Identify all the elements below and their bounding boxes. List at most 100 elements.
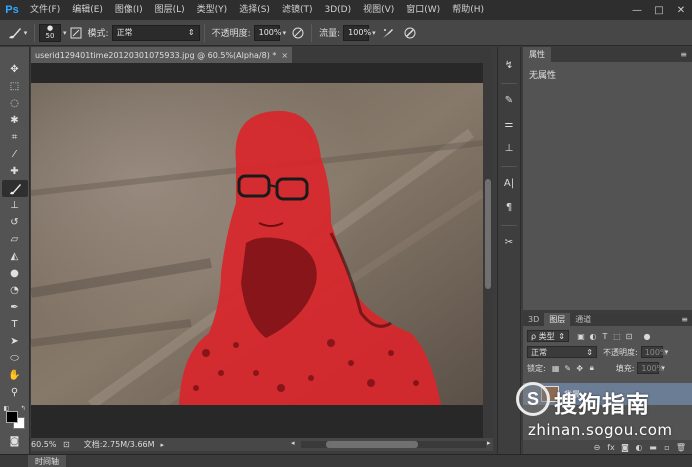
menu-edit[interactable]: 编辑(E) — [66, 0, 109, 20]
menu-window[interactable]: 窗口(W) — [400, 0, 446, 20]
history-panel-icon[interactable]: ↯ — [499, 55, 519, 75]
menu-filter[interactable]: 滤镜(T) — [276, 0, 319, 20]
layer-filter-kind-select[interactable]: ρ 类型 ⇕ — [527, 330, 569, 342]
add-mask-icon[interactable]: ◙ — [618, 441, 632, 453]
brush-tool-icon[interactable] — [1, 180, 28, 197]
zoom-level[interactable]: 60.5% — [31, 440, 61, 449]
vertical-scroll-thumb[interactable] — [485, 179, 491, 289]
brush-size-picker[interactable]: ● 50 — [39, 23, 61, 42]
filter-adjustment-icon[interactable]: ◐ — [587, 330, 599, 342]
link-layers-icon[interactable]: ⊖ — [590, 441, 604, 453]
restore-button[interactable]: □ — [648, 0, 670, 20]
character-panel-icon[interactable]: A| — [499, 173, 519, 193]
ellipse-tool-icon[interactable]: ⬭ — [2, 350, 28, 367]
airbrush-icon[interactable] — [379, 24, 397, 42]
timeline-tab[interactable]: 时间轴 — [28, 455, 66, 467]
filter-pixel-icon[interactable]: ▣ — [575, 330, 587, 342]
marquee-tool-icon[interactable]: ⬚ — [2, 78, 28, 95]
lock-pixels-icon[interactable]: ✎ — [562, 362, 574, 374]
filter-smart-object-icon[interactable]: ⊡ — [623, 330, 635, 342]
status-menu-arrow-icon[interactable]: ▸ — [161, 441, 165, 449]
minimize-button[interactable]: — — [626, 0, 648, 20]
magic-wand-tool-icon[interactable]: ✱ — [2, 112, 28, 129]
healing-brush-tool-icon[interactable]: ✚ — [2, 163, 28, 180]
foreground-color-swatch[interactable] — [5, 411, 18, 423]
scroll-left-icon[interactable]: ◂ — [291, 439, 295, 447]
vertical-scrollbar[interactable] — [483, 63, 493, 438]
document-tab[interactable]: userid129401time20120301075933.jpg @ 60.… — [31, 47, 293, 63]
blend-mode-select[interactable]: 正常 ⇕ — [527, 346, 597, 358]
new-layer-icon[interactable]: ▫ — [660, 441, 674, 453]
lock-all-icon[interactable]: 🔒︎ — [586, 362, 598, 374]
pressure-size-icon[interactable] — [401, 24, 419, 42]
photoshop-logo[interactable]: Ps — [0, 0, 24, 20]
menu-type[interactable]: 类型(Y) — [191, 0, 234, 20]
new-group-icon[interactable]: ▬ — [646, 441, 660, 453]
delete-layer-icon[interactable]: 🗑︎ — [674, 441, 688, 453]
menu-layer[interactable]: 图层(L) — [149, 0, 191, 20]
status-info-icon[interactable]: ⊡ — [63, 440, 70, 449]
filter-type-icon[interactable]: T — [599, 330, 611, 342]
history-brush-tool-icon[interactable]: ↺ — [2, 214, 28, 231]
zoom-tool-icon[interactable]: ⚲ — [2, 384, 28, 401]
lasso-tool-icon[interactable]: ◌ — [2, 95, 28, 112]
brush-preset-icon[interactable]: ▾ — [4, 24, 30, 42]
eraser-tool-icon[interactable]: ▱ — [2, 231, 28, 248]
pressure-opacity-icon[interactable] — [289, 24, 307, 42]
quick-mask-icon[interactable]: ◙ — [2, 433, 28, 450]
paragraph-panel-icon[interactable]: ¶ — [499, 197, 519, 217]
pen-tool-icon[interactable]: ✒ — [2, 299, 28, 316]
menu-help[interactable]: 帮助(H) — [446, 0, 490, 20]
filter-toggle-icon[interactable]: ● — [641, 330, 653, 342]
layer-opacity-dropdown-icon[interactable]: ▾ — [665, 348, 669, 356]
adjustments-panel-icon[interactable]: ⚌ — [499, 114, 519, 134]
hand-tool-icon[interactable]: ✋ — [2, 367, 28, 384]
close-document-icon[interactable]: × — [281, 51, 288, 60]
horizontal-scroll-thumb[interactable] — [326, 441, 418, 448]
move-tool-icon[interactable]: ✥ — [2, 61, 28, 78]
opacity-input[interactable]: 100% — [253, 24, 281, 41]
menu-view[interactable]: 视图(V) — [357, 0, 400, 20]
clone-source-panel-icon[interactable]: ⊥ — [499, 138, 519, 158]
layers-panel-menu-icon[interactable]: ≡ — [681, 315, 688, 324]
paint-bucket-tool-icon[interactable]: ◭ — [2, 248, 28, 265]
document-image[interactable] — [31, 83, 483, 405]
eyedropper-tool-icon[interactable]: ⁄ — [2, 146, 28, 163]
close-button[interactable]: ✕ — [670, 0, 692, 20]
scroll-right-icon[interactable]: ▸ — [487, 439, 491, 447]
flow-input[interactable]: 100% — [343, 24, 371, 41]
swap-colors-icon[interactable]: ↰ — [20, 405, 25, 412]
opacity-dropdown-icon[interactable]: ▾ — [283, 29, 287, 37]
layer-opacity-input[interactable]: 100% — [640, 346, 668, 358]
tool-presets-panel-icon[interactable]: ✂ — [499, 232, 519, 252]
brush-panel-icon[interactable] — [67, 24, 85, 42]
crop-tool-icon[interactable]: ⌗ — [2, 129, 28, 146]
type-tool-icon[interactable]: T — [2, 316, 28, 333]
canvas-area[interactable] — [31, 63, 483, 438]
blur-tool-icon[interactable]: ● — [2, 265, 28, 282]
tab-3d[interactable]: 3D — [523, 313, 544, 326]
tab-channels[interactable]: 通道 — [570, 313, 596, 326]
menu-3d[interactable]: 3D(D) — [318, 0, 357, 20]
lock-transparent-icon[interactable]: ▦ — [550, 362, 562, 374]
menu-select[interactable]: 选择(S) — [233, 0, 276, 20]
filter-shape-icon[interactable]: ⬚ — [611, 330, 623, 342]
color-swatches[interactable]: ◧ ↰ — [2, 405, 28, 429]
clone-stamp-tool-icon[interactable]: ⊥ — [2, 197, 28, 214]
mode-select[interactable]: 正常 ⇕ — [111, 24, 200, 41]
horizontal-scrollbar[interactable] — [301, 441, 486, 448]
layer-fill-input[interactable]: 100% — [637, 362, 664, 374]
panel-menu-icon[interactable]: ≡ — [680, 50, 687, 59]
tab-layers[interactable]: 图层 — [544, 313, 571, 326]
properties-tab[interactable]: 属性 — [523, 47, 551, 62]
brush-presets-panel-icon[interactable]: ✎ — [499, 90, 519, 110]
lock-position-icon[interactable]: ✥ — [574, 362, 586, 374]
path-selection-tool-icon[interactable]: ➤ — [2, 333, 28, 350]
flow-dropdown-icon[interactable]: ▾ — [372, 29, 376, 37]
layer-fill-dropdown-icon[interactable]: ▾ — [661, 364, 665, 372]
menu-image[interactable]: 图像(I) — [109, 0, 149, 20]
dodge-tool-icon[interactable]: ◔ — [2, 282, 28, 299]
new-adjustment-layer-icon[interactable]: ◐ — [632, 441, 646, 453]
menu-file[interactable]: 文件(F) — [24, 0, 66, 20]
layer-style-icon[interactable]: fx — [604, 441, 618, 453]
